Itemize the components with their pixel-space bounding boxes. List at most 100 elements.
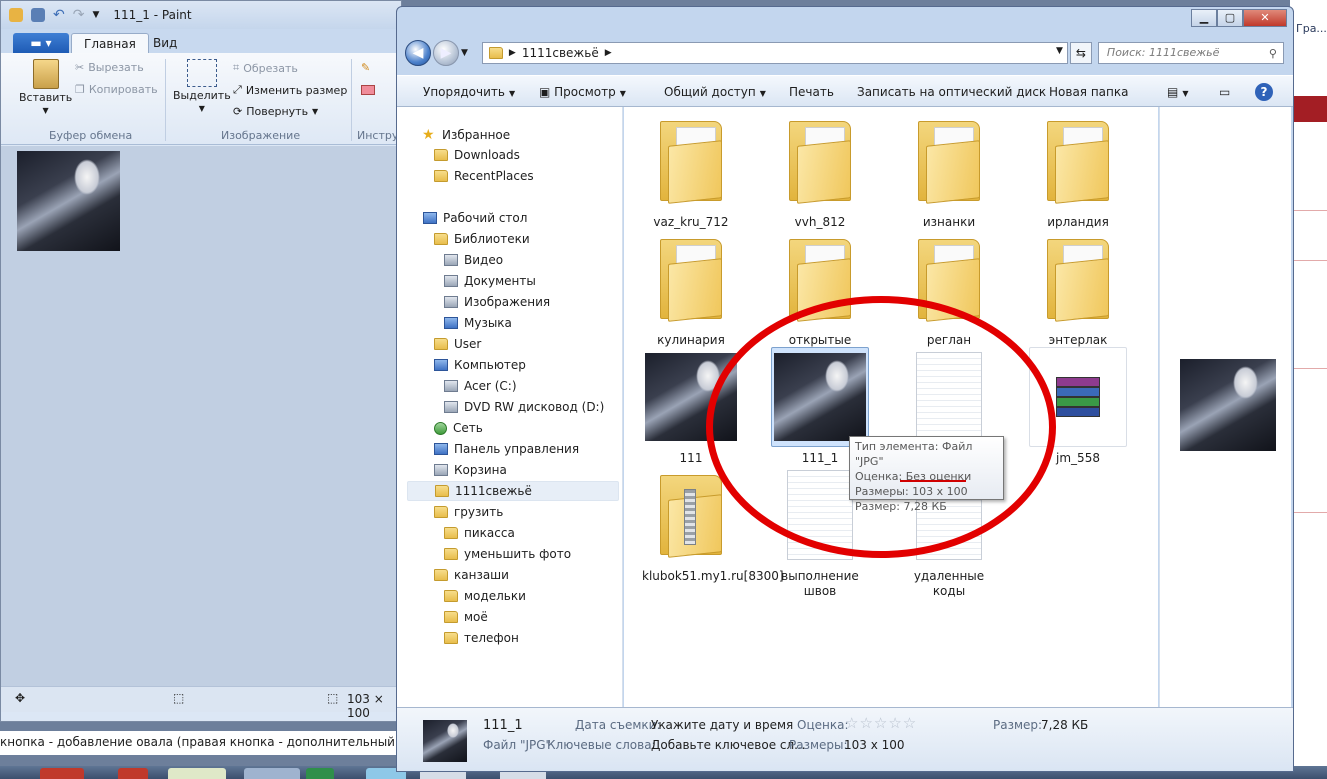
sidebar-item[interactable]: грузить	[434, 502, 503, 522]
red-oval-annotation	[706, 296, 1056, 558]
undo-icon[interactable]: ↶	[53, 7, 65, 23]
folder-item[interactable]: vvh_812	[771, 111, 869, 230]
sidebar-item-label: Рабочий стол	[443, 211, 528, 225]
eraser-tool[interactable]	[361, 85, 375, 95]
sidebar-item[interactable]: Изображения	[444, 292, 550, 312]
forward-button[interactable]: ▶	[433, 40, 459, 66]
size-label: Размер:	[993, 718, 1043, 732]
minimize-button[interactable]: ▁	[1191, 9, 1217, 27]
print-label: Печать	[789, 85, 834, 99]
sidebar-item[interactable]: телефон	[444, 628, 519, 648]
sidebar-item[interactable]: DVD RW дисковод (D:)	[444, 397, 604, 417]
change-view-button[interactable]: ▤ ▼	[1167, 85, 1189, 99]
burn-disc-button[interactable]: Записать на оптический диск	[857, 85, 1046, 99]
cut-button[interactable]: ✂ Вырезать	[75, 61, 144, 74]
taskbar-button[interactable]	[118, 768, 148, 779]
address-bar[interactable]: ▶ 1111свежьё ▶ ▼	[481, 42, 1068, 64]
close-button[interactable]: ✕	[1243, 9, 1287, 27]
resize-button[interactable]: ⤢ Изменить размер	[233, 83, 347, 97]
rotate-button[interactable]: ⟳ Повернуть ▼	[233, 105, 318, 118]
preview-pane-icon: ▭	[1219, 85, 1231, 99]
folder-icon	[434, 170, 448, 182]
taskbar-button[interactable]	[168, 768, 226, 779]
sidebar-item[interactable]: канзаши	[434, 565, 509, 585]
address-dropdown-icon[interactable]: ▼	[1056, 46, 1063, 56]
rating-stars[interactable]: ☆☆☆☆☆	[845, 714, 917, 732]
tab-home[interactable]: Главная	[71, 33, 149, 53]
recent-pages-dropdown-icon[interactable]: ▼	[461, 48, 468, 58]
breadcrumb[interactable]: 1111свежьё	[522, 46, 599, 60]
refresh-button[interactable]: ⇆	[1069, 42, 1092, 64]
folder-item[interactable]: изнанки	[900, 111, 998, 230]
keywords-value[interactable]: Добавьте ключевое сл...	[651, 738, 806, 752]
folder-item[interactable]: энтерлак	[1029, 229, 1127, 348]
folder-icon	[660, 121, 722, 204]
sidebar-item[interactable]: Видео	[444, 250, 503, 270]
search-input[interactable]: Поиск: 1111свежьё ⚲	[1097, 42, 1284, 64]
sidebar-item-label: Корзина	[454, 463, 507, 477]
sidebar-item[interactable]: RecentPlaces	[434, 166, 534, 186]
item-thumbnail	[642, 111, 740, 211]
sidebar-item[interactable]: Сеть	[434, 418, 483, 438]
paint-canvas-image[interactable]	[17, 151, 120, 251]
folder-icon	[435, 485, 449, 497]
organize-button[interactable]: Упорядочить ▼	[423, 85, 515, 99]
sidebar-item[interactable]: ★ Избранное	[422, 125, 510, 145]
save-icon[interactable]	[31, 8, 45, 22]
sidebar-item-label: Документы	[464, 274, 536, 288]
help-button[interactable]: ?	[1255, 83, 1273, 101]
sidebar-item[interactable]: Acer (C:)	[444, 376, 517, 396]
sidebar-item[interactable]: Библиотеки	[434, 229, 530, 249]
taskbar-button[interactable]	[306, 768, 334, 779]
folder-item[interactable]: кулинария	[642, 229, 740, 348]
item-icon	[434, 464, 448, 476]
redo-icon[interactable]: ↷	[73, 7, 85, 23]
crop-button[interactable]: ⌗ Обрезать	[233, 61, 298, 75]
sidebar-item[interactable]: пикасса	[444, 523, 515, 543]
sidebar-item[interactable]: Компьютер	[434, 355, 526, 375]
sidebar-item[interactable]: Панель управления	[434, 439, 579, 459]
ribbon-separator	[165, 59, 166, 141]
select-button[interactable]: Выделить ▼	[173, 59, 231, 113]
taskbar-button[interactable]	[40, 768, 84, 779]
sidebar-item[interactable]: моё	[444, 607, 488, 627]
item-thumbnail	[900, 111, 998, 211]
chevron-right-icon[interactable]: ▶	[605, 48, 612, 58]
view-button[interactable]: ▣ Просмотр ▼	[539, 85, 626, 99]
quick-access-dropdown-icon[interactable]: ▼	[92, 10, 99, 20]
sidebar-item[interactable]: User	[434, 334, 481, 354]
sidebar-item-label: 1111свежьё	[455, 484, 532, 498]
sidebar-item[interactable]: Downloads	[434, 145, 520, 165]
sidebar-item[interactable]: Корзина	[434, 460, 507, 480]
print-button[interactable]: Печать	[789, 85, 834, 99]
preview-pane-button[interactable]: ▭	[1219, 85, 1230, 99]
sidebar-item-label: DVD RW дисковод (D:)	[464, 400, 605, 414]
folder-item[interactable]: vaz_kru_712	[642, 111, 740, 230]
details-pane: 111_1 Файл "JPG" Дата съемки: Укажите да…	[397, 707, 1293, 771]
item-thumbnail	[642, 229, 740, 329]
sidebar-item[interactable]: Документы	[444, 271, 536, 291]
sidebar-item[interactable]: модельки	[444, 586, 526, 606]
sidebar-item[interactable]: 1111свежьё	[407, 481, 619, 501]
taskbar-button[interactable]	[244, 768, 300, 779]
maximize-button[interactable]: ▢	[1217, 9, 1243, 27]
sidebar-item[interactable]: уменьшить фото	[444, 544, 571, 564]
sidebar-item[interactable]: Музыка	[444, 313, 512, 333]
item-name: vvh_812	[794, 215, 846, 229]
item-icon	[434, 359, 448, 371]
paste-button[interactable]: Вставить ▼	[19, 59, 72, 115]
keywords-label: Ключевые слова:	[547, 738, 656, 752]
tab-view[interactable]: Вид	[141, 33, 189, 53]
paint-menu-button[interactable]: ▬ ▾	[13, 33, 69, 53]
share-button[interactable]: Общий доступ ▼	[664, 85, 766, 99]
folder-icon	[444, 548, 458, 560]
sidebar-item[interactable]: Рабочий стол	[423, 208, 527, 228]
details-file-type: Файл "JPG"	[483, 738, 552, 752]
sidebar-item-label: грузить	[454, 505, 504, 519]
pencil-tool[interactable]: ✎	[361, 61, 370, 74]
folder-item[interactable]: ирландия	[1029, 111, 1127, 230]
copy-button[interactable]: ❐ Копировать	[75, 83, 158, 96]
back-button[interactable]: ◀	[405, 40, 431, 66]
date-value[interactable]: Укажите дату и время	[651, 718, 793, 732]
new-folder-button[interactable]: Новая папка	[1049, 85, 1128, 99]
